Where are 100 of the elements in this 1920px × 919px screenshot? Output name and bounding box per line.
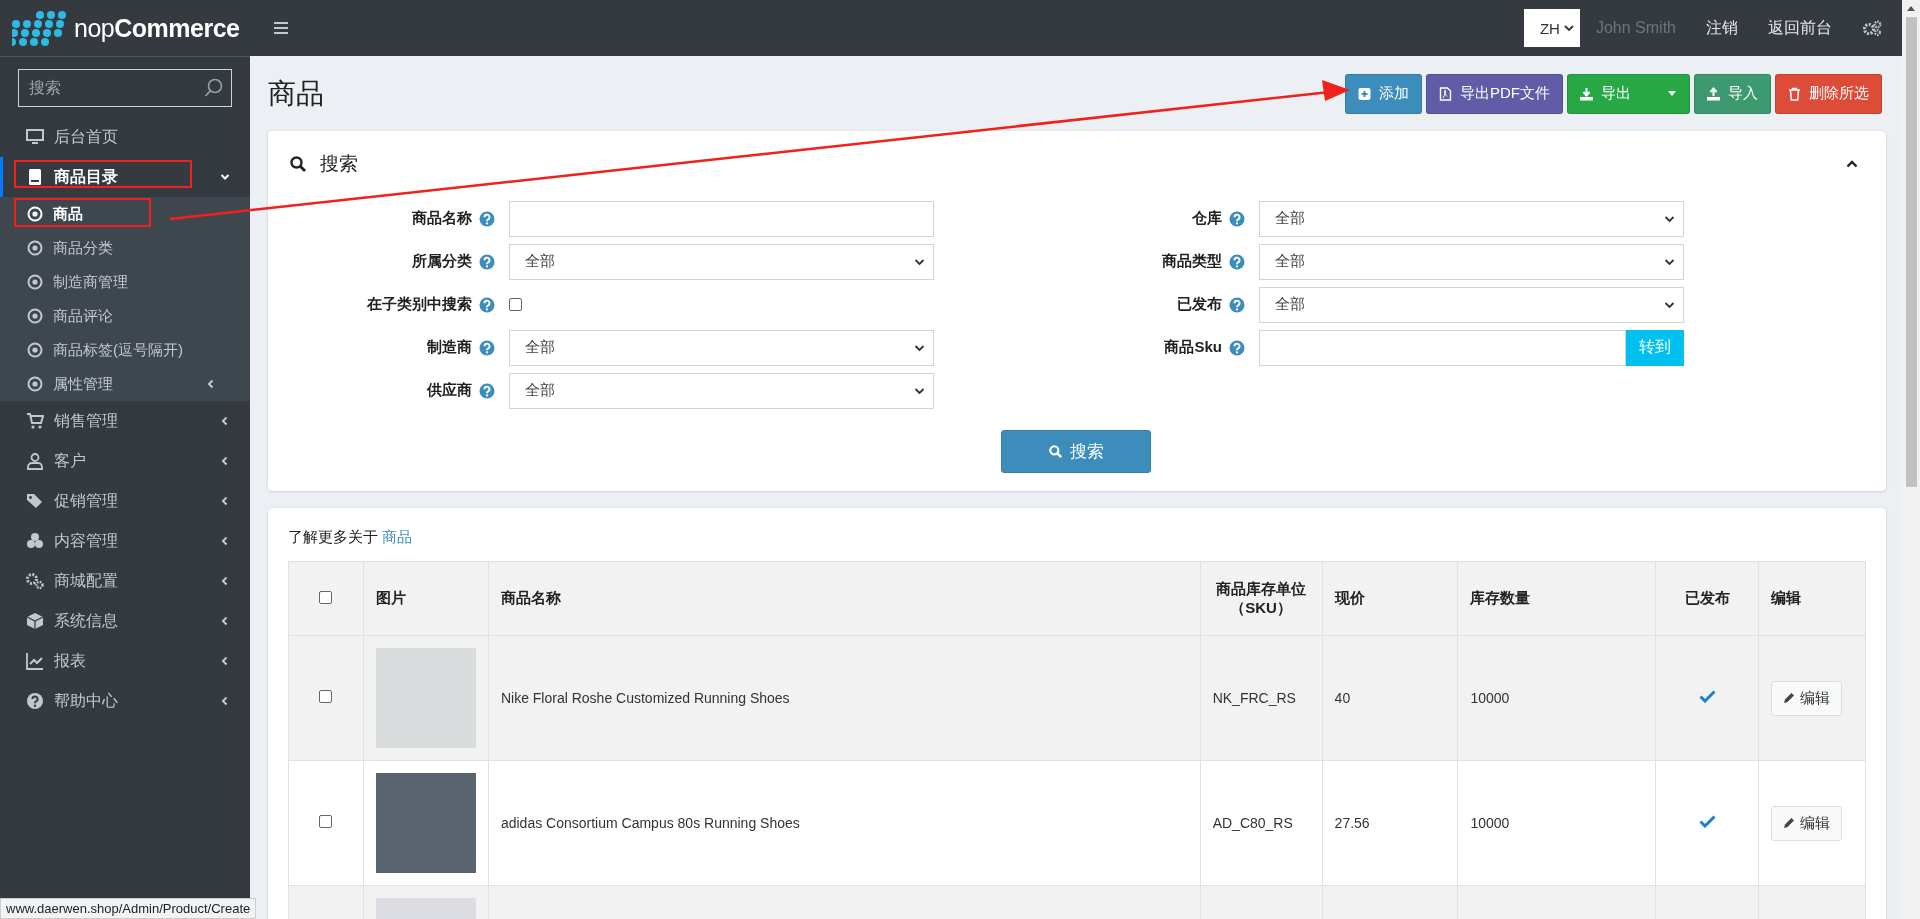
sidebar-item[interactable]: 后台首页 (0, 117, 250, 157)
chevron-icon (220, 496, 230, 506)
chevron-icon (206, 379, 216, 389)
table-cell: adidas Consortium Campus 80s Running Shoes (500, 815, 800, 831)
radio-dot-icon (27, 274, 43, 290)
edit-button[interactable]: 编辑 (1771, 805, 1842, 841)
chevron-icon (220, 576, 230, 586)
add-button[interactable]: 添加 (1345, 73, 1422, 114)
field-label: 仓库 (1192, 209, 1222, 228)
select-field[interactable]: 全部 (1259, 200, 1684, 237)
sidebar-subitem[interactable]: 制造商管理 (0, 265, 250, 299)
row-checkbox[interactable] (319, 690, 333, 703)
column-header: 编辑 (1771, 589, 1801, 606)
table-cell: 10000 (1470, 815, 1510, 831)
page-title: 商品 (268, 76, 324, 111)
chevron-icon (220, 456, 230, 466)
scrollbar[interactable] (1902, 0, 1920, 919)
field-label: 供应商 (427, 381, 472, 400)
sidebar-subitem[interactable]: 属性管理 (0, 367, 250, 401)
help-icon[interactable] (479, 339, 495, 356)
sidebar-item[interactable]: 促销管理 (0, 481, 250, 521)
sidebar-item[interactable]: 销售管理 (0, 401, 250, 441)
chevron-icon (220, 172, 230, 182)
chevron-icon (220, 536, 230, 546)
chevron-icon (220, 616, 230, 626)
sidebar-subitem[interactable]: 商品 (0, 197, 250, 231)
pdf-file-icon (1439, 86, 1452, 101)
learn-more-link[interactable]: 商品 (382, 528, 413, 545)
language-select[interactable]: ZH (1523, 9, 1580, 47)
search-icon (1048, 445, 1062, 458)
caret-icon[interactable] (1667, 90, 1677, 97)
search-field[interactable]: 搜索 (18, 69, 232, 107)
status-url: www.daerwen.shop/Admin/Product/Create (0, 898, 257, 919)
search-icon[interactable] (204, 78, 224, 98)
storefront-link[interactable]: 返回前台 (1768, 17, 1832, 39)
download-icon (1580, 86, 1593, 101)
sidebar-item[interactable]: 内容管理 (0, 521, 250, 561)
sidebar-item[interactable]: 系统信息 (0, 601, 250, 641)
select-field[interactable]: 全部 (509, 243, 934, 280)
row-checkbox[interactable] (319, 815, 333, 828)
help-icon[interactable] (1229, 339, 1245, 356)
brand-name[interactable]: nopCommerce (74, 13, 240, 43)
radio-dot-icon (27, 342, 43, 358)
radio-dot-icon (27, 240, 43, 256)
select-field[interactable]: 全部 (1259, 243, 1684, 280)
radio-dot-icon (27, 206, 43, 222)
sidebar-subitem[interactable]: 商品评论 (0, 299, 250, 333)
sidebar-subitem[interactable]: 商品分类 (0, 231, 250, 265)
sidebar-item[interactable]: 客户 (0, 441, 250, 481)
panel-title: 搜索 (320, 152, 358, 176)
column-header: 图片 (375, 589, 406, 606)
select-all-checkbox[interactable] (319, 591, 333, 604)
text-field[interactable] (1259, 329, 1626, 366)
import-button[interactable]: 导入 (1694, 73, 1771, 114)
scroll-up-arrow-icon[interactable] (1907, 6, 1915, 11)
delete-selected-button[interactable]: 删除所选 (1775, 73, 1882, 114)
plus-square-icon (1358, 86, 1371, 101)
help-icon[interactable] (479, 382, 495, 399)
pencil-icon (1783, 817, 1795, 829)
column-header: 现价 (1334, 589, 1365, 606)
select-field[interactable]: 全部 (509, 372, 934, 409)
help-icon[interactable] (479, 210, 495, 227)
search-button[interactable]: 搜索 (1001, 430, 1151, 473)
field-label: 商品类型 (1162, 252, 1222, 271)
select-field[interactable]: 全部 (509, 329, 934, 366)
trash-icon (1788, 86, 1801, 101)
chevron-icon (1563, 24, 1574, 32)
gears-icon[interactable] (1862, 20, 1882, 36)
select-field[interactable]: 全部 (1259, 286, 1684, 323)
edit-button[interactable]: 编辑 (1771, 680, 1842, 716)
user-name: John Smith (1595, 19, 1676, 37)
sidebar-subitem[interactable]: 商品标签(逗号隔开) (0, 333, 250, 367)
sidebar-item[interactable]: 帮助中心 (0, 681, 250, 721)
sidebar-item[interactable]: 报表 (0, 641, 250, 681)
text-field[interactable] (509, 200, 934, 237)
column-header: 已发布 (1684, 589, 1730, 606)
pencil-icon (1783, 692, 1795, 704)
help-icon[interactable] (1229, 210, 1245, 227)
sidebar-item[interactable]: 商城配置 (0, 561, 250, 601)
field-label: 商品名称 (412, 209, 472, 228)
help-icon[interactable] (479, 253, 495, 270)
table-cell: Nike Floral Roshe Customized Running Shoes (500, 690, 790, 706)
help-icon[interactable] (1229, 253, 1245, 270)
checkbox[interactable] (509, 298, 522, 311)
field-label: 在子类别中搜索 (367, 295, 472, 314)
pdf-button[interactable]: 导出PDF文件 (1426, 73, 1563, 114)
table-cell: 27.56 (1334, 815, 1370, 831)
sidebar-item[interactable]: 商品目录 (0, 157, 250, 197)
dots-logo-icon (12, 10, 68, 46)
field-label: 所属分类 (412, 252, 472, 271)
field-label: 制造商 (427, 338, 472, 357)
chevron-icon (914, 257, 925, 266)
radio-dot-icon (27, 308, 43, 324)
help-icon[interactable] (1229, 296, 1245, 313)
collapse-chevron-icon[interactable] (1846, 159, 1858, 169)
help-icon[interactable] (479, 296, 495, 313)
logout-link[interactable]: 注销 (1706, 17, 1738, 39)
field-label: 商品Sku (1164, 338, 1222, 357)
radio-dot-icon (27, 376, 43, 392)
chevron-icon (914, 386, 925, 395)
